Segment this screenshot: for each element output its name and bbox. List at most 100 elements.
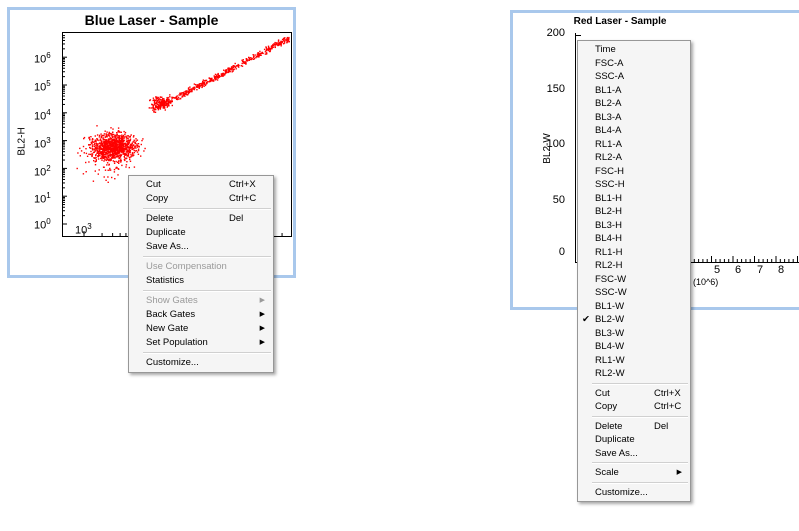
event-dot (105, 133, 107, 135)
menu-item-statistics[interactable]: Statistics (129, 274, 273, 288)
event-dot (132, 147, 135, 150)
event-dot (125, 140, 128, 142)
event-dot (119, 154, 121, 156)
menu-item-cut[interactable]: Cut Ctrl+X (129, 178, 273, 192)
menu-item-bl4-a[interactable]: BL4-A (578, 124, 690, 138)
menu-item-new-gate[interactable]: New Gate ▶ (129, 322, 273, 336)
menu-item-scale[interactable]: Scale ▶ (578, 466, 690, 480)
menu-item-save-as[interactable]: Save As... (129, 240, 273, 254)
menu-item-rl2-w[interactable]: RL2-W (578, 367, 690, 381)
menu-item-save-as[interactable]: Save As... (578, 447, 690, 461)
submenu-arrow-icon: ▶ (676, 469, 682, 476)
event-dot (224, 72, 227, 74)
event-dot (237, 65, 239, 68)
event-dot (123, 139, 125, 142)
event-dot (127, 146, 129, 148)
event-dot (79, 155, 81, 157)
event-dot (136, 144, 138, 147)
event-dot (120, 138, 122, 140)
event-dot (101, 149, 104, 151)
menu-item-rl1-w[interactable]: RL1-W (578, 354, 690, 368)
y-tick-label: 105 (34, 79, 51, 94)
event-dot (100, 136, 102, 139)
event-dot (131, 142, 133, 144)
y-tick-label: 0 (558, 246, 565, 258)
event-dot (106, 157, 108, 159)
event-dot (119, 144, 122, 146)
event-dot (277, 42, 279, 44)
shortcut-label: Del (654, 420, 669, 432)
event-dot (86, 155, 89, 157)
menu-item-fsc-a[interactable]: FSC-A (578, 57, 690, 71)
event-dot (121, 164, 123, 167)
event-dot (108, 159, 110, 162)
event-dot (113, 136, 115, 138)
menu-item-fsc-w[interactable]: FSC-W (578, 273, 690, 287)
menu-item-bl3-w[interactable]: BL3-W (578, 327, 690, 341)
menu-item-label: Duplicate (595, 434, 635, 445)
menu-item-label: Delete (595, 420, 623, 432)
menu-item-bl4-h[interactable]: BL4-H (578, 232, 690, 246)
event-dot (128, 136, 130, 138)
menu-item-bl2-w[interactable]: ✔ BL2-W (578, 313, 690, 327)
event-dot (77, 152, 79, 154)
event-dot (114, 150, 116, 153)
menu-item-rl2-h[interactable]: RL2-H (578, 259, 690, 273)
event-dot (116, 133, 118, 135)
menu-item-rl1-a[interactable]: RL1-A (578, 138, 690, 152)
menu-item-bl4-w[interactable]: BL4-W (578, 340, 690, 354)
menu-item-ssc-w[interactable]: SSC-W (578, 286, 690, 300)
event-dot (131, 152, 134, 154)
event-dot (103, 141, 105, 143)
event-dot (88, 161, 90, 163)
menu-item-bl2-a[interactable]: BL2-A (578, 97, 690, 111)
menu-item-rl1-h[interactable]: RL1-H (578, 246, 690, 260)
menu-item-time[interactable]: Time (578, 43, 690, 57)
event-dot (169, 96, 171, 98)
event-dot (136, 143, 138, 145)
menu-item-bl1-w[interactable]: BL1-W (578, 300, 690, 314)
event-dot (107, 152, 110, 154)
menu-item-set-population[interactable]: Set Population ▶ (129, 336, 273, 350)
event-dot (188, 90, 191, 92)
menu-separator (143, 208, 271, 210)
menu-item-bl3-a[interactable]: BL3-A (578, 111, 690, 125)
event-dot (157, 106, 160, 108)
event-dot (221, 75, 223, 77)
event-dot (103, 133, 106, 135)
event-dot (202, 80, 204, 83)
event-dot (154, 102, 157, 105)
menu-item-copy[interactable]: Copy Ctrl+C (129, 192, 273, 206)
menu-item-duplicate[interactable]: Duplicate (129, 226, 273, 240)
event-dot (129, 151, 131, 154)
event-dot (116, 161, 119, 163)
event-dot (284, 39, 287, 41)
event-dot (111, 176, 113, 179)
menu-item-fsc-h[interactable]: FSC-H (578, 165, 690, 179)
event-dot (117, 168, 119, 170)
event-dot (115, 167, 117, 169)
menu-item-delete[interactable]: Delete Del (578, 420, 690, 434)
event-dot (114, 148, 116, 150)
menu-item-cut[interactable]: Cut Ctrl+X (578, 387, 690, 401)
event-dot (125, 166, 127, 168)
menu-item-rl2-a[interactable]: RL2-A (578, 151, 690, 165)
event-dot (196, 84, 199, 86)
menu-item-copy[interactable]: Copy Ctrl+C (578, 400, 690, 414)
menu-item-back-gates[interactable]: Back Gates ▶ (129, 308, 273, 322)
menu-item-delete[interactable]: Delete Del (129, 212, 273, 226)
menu-item-customize[interactable]: Customize... (129, 356, 273, 370)
menu-item-bl1-h[interactable]: BL1-H (578, 192, 690, 206)
menu-item-bl1-a[interactable]: BL1-A (578, 84, 690, 98)
event-dot (112, 142, 114, 144)
menu-item-ssc-h[interactable]: SSC-H (578, 178, 690, 192)
menu-item-duplicate[interactable]: Duplicate (578, 433, 690, 447)
menu-item-bl2-h[interactable]: BL2-H (578, 205, 690, 219)
menu-item-label: Use Compensation (146, 261, 227, 272)
menu-item-customize[interactable]: Customize... (578, 486, 690, 500)
event-dot (133, 144, 135, 147)
menu-item-ssc-a[interactable]: SSC-A (578, 70, 690, 84)
event-dot (90, 150, 92, 153)
menu-item-bl3-h[interactable]: BL3-H (578, 219, 690, 233)
event-dot (197, 86, 199, 88)
